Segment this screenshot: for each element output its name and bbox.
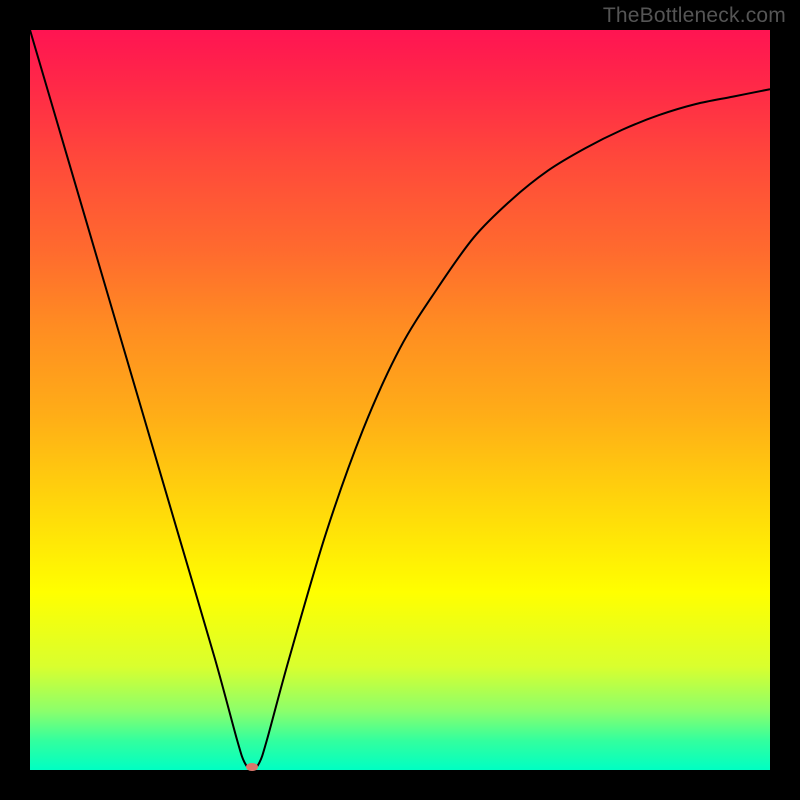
watermark-text: TheBottleneck.com xyxy=(603,4,786,28)
chart-container: TheBottleneck.com xyxy=(0,0,800,800)
minimum-marker xyxy=(246,763,258,771)
plot-area xyxy=(30,30,770,770)
bottleneck-curve xyxy=(30,30,770,770)
